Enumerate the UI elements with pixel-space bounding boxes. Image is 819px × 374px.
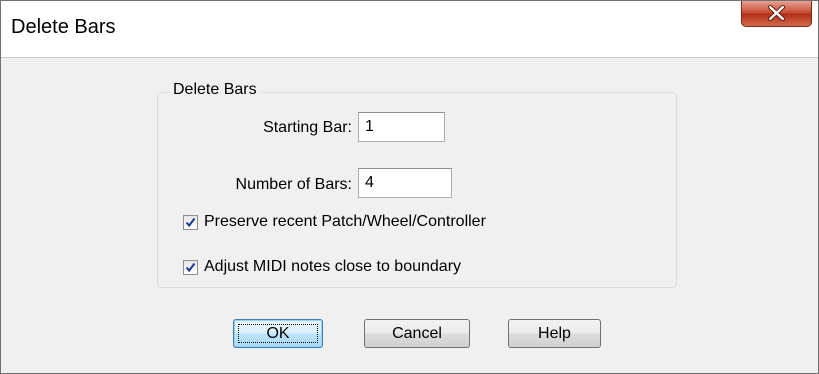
help-button-label: Help [538, 325, 571, 342]
preserve-checkbox[interactable] [183, 215, 198, 230]
starting-bar-input[interactable]: 1 [358, 112, 445, 142]
ok-button[interactable]: OK [233, 319, 323, 348]
close-icon [767, 4, 786, 22]
groupbox-label: Delete Bars [169, 81, 261, 99]
focus-indicator [238, 324, 318, 343]
help-button[interactable]: Help [508, 319, 601, 348]
adjust-checkbox[interactable] [183, 260, 198, 275]
adjust-checkbox-row[interactable]: Adjust MIDI notes close to boundary [183, 258, 583, 278]
preserve-checkbox-row[interactable]: Preserve recent Patch/Wheel/Controller [183, 213, 583, 233]
dialog-body: Delete Bars Starting Bar: 1 Number of Ba… [1, 58, 818, 373]
cancel-button-label: Cancel [392, 325, 442, 342]
title-bar: Delete Bars [1, 1, 818, 58]
close-button[interactable] [741, 1, 812, 27]
checkmark-icon [185, 262, 196, 273]
adjust-checkbox-label: Adjust MIDI notes close to boundary [204, 258, 462, 275]
starting-bar-label: Starting Bar: [263, 119, 352, 136]
window-title: Delete Bars [11, 16, 116, 38]
preserve-checkbox-label: Preserve recent Patch/Wheel/Controller [204, 213, 486, 230]
number-of-bars-label: Number of Bars: [235, 176, 352, 193]
number-of-bars-input[interactable]: 4 [358, 168, 452, 198]
delete-bars-dialog: Delete Bars Delete Bars Starting Bar: 1 … [0, 0, 819, 374]
cancel-button[interactable]: Cancel [364, 319, 470, 348]
checkmark-icon [185, 217, 196, 228]
